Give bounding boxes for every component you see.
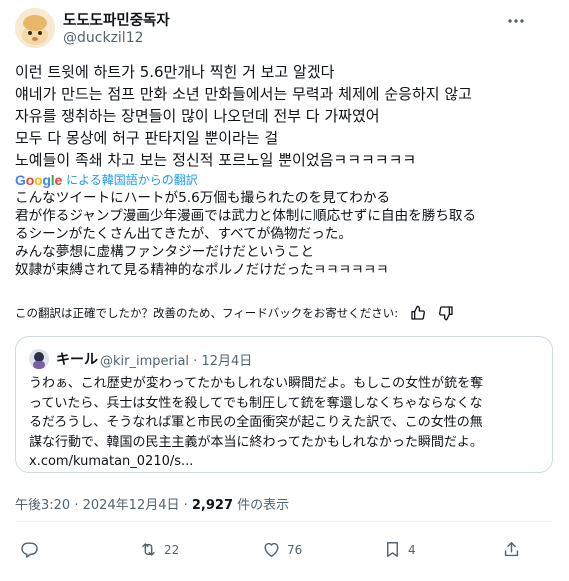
translation-attribution: Google による韓国語からの翻訳	[15, 171, 198, 188]
tweet-timestamp: 午後3:20 · 2024年12月4日 · 2,927 件の表示	[15, 494, 289, 513]
tweet-text-line: 노예들이 족쇄 차고 보는 정신적 포르노일 뿐이었음ㅋㅋㅋㅋㅋㅋ	[15, 151, 417, 169]
google-logo: Google	[15, 171, 63, 188]
translated-text-line: みんな夢想に虚構ファンタジーだけだということ	[15, 244, 315, 260]
translated-text-line: 奴隷が束縛されて見る精神的なポルノだけだったㅋㅋㅋㅋㅋㅋ	[15, 262, 389, 278]
reply-button[interactable]	[20, 540, 45, 559]
quote-author-avatar	[29, 349, 49, 369]
like-count: 76	[287, 542, 303, 557]
view-count: 2,927	[191, 498, 234, 513]
tweet: 도도도파민중독자 @duckzil12 이런 트윗에 하트가 5.6만개나 찍힌…	[0, 0, 569, 581]
quote-tweet-card[interactable]: キール @kir_imperial · 12月4日 うわぁ、これ歴史が変わってた…	[15, 336, 553, 473]
quote-link[interactable]: x.com/kumatan_0210/s...	[29, 452, 483, 472]
reply-icon	[21, 542, 38, 558]
bookmark-icon	[387, 542, 398, 557]
thumbs-up-icon[interactable]	[410, 305, 426, 321]
translation-label[interactable]: による韓国語からの翻訳	[66, 171, 198, 188]
more-horizontal-icon[interactable]	[505, 12, 527, 30]
author-handle[interactable]: @duckzil12	[63, 30, 144, 46]
tweet-text: 이런 트윗에 하트가 5.6만개나 찍힌 거 보고 알겠다 얘네가 만드는 점프…	[15, 61, 472, 171]
retweet-count: 22	[164, 542, 180, 557]
retweet-button[interactable]: 22	[139, 540, 179, 559]
feedback-prompt: この翻訳は正確でしたか？改善のため、フィードバックをお寄せください:	[15, 306, 399, 320]
author-avatar[interactable]	[15, 8, 55, 48]
bookmark-count: 4	[408, 542, 416, 557]
quote-author-name: キール	[56, 352, 98, 368]
thumbs-down-icon[interactable]	[438, 305, 454, 321]
quote-text-line: るだろうし、そうなれば軍と市民の全面衝突が起こりえた訳で、この女性の無	[29, 415, 483, 430]
translated-text-line: 君が作るジャンプ漫画少年漫画では武力と体制に順応せずに自由を勝ち取る	[15, 208, 477, 224]
divider	[15, 521, 553, 522]
translated-text: こんなツイートにハートが5.6万個も撮られたのを見てわかる 君が作るジャンプ漫画…	[15, 189, 476, 279]
retweet-icon	[142, 543, 155, 556]
share-button[interactable]	[502, 540, 521, 559]
share-icon	[504, 542, 519, 557]
translated-text-line: るシーンがたくさん出てきたが、すべてが偽物だった。	[15, 226, 352, 242]
quote-text-line: っていたら、兵士は女性を殺してでも制圧して銃を奪還しなくちゃならなくな	[29, 395, 483, 411]
quote-text-line: 謀な行動で、韓国の民主主義が本当に終わってたかもしれなかった瞬間だよ。	[29, 434, 483, 450]
translation-feedback: この翻訳は正確でしたか？改善のため、フィードバックをお寄せください:	[15, 305, 454, 321]
quote-text: うわぁ、これ歴史が変わってたかもしれない瞬間だよ。もしこの女性が銃を奪 っていた…	[29, 374, 483, 472]
translated-text-line: こんなツイートにハートが5.6万個も撮られたのを見てわかる	[15, 190, 391, 206]
tweet-text-line: 모두 다 몽상에 허구 판타지일 뿐이라는 걸	[15, 129, 279, 147]
tweet-text-line: 얘네가 만드는 점프 만화 소년 만화들에서는 무력과 체제에 순응하지 않고	[15, 85, 472, 103]
tweet-text-line: 이런 트윗에 하트가 5.6만개나 찍힌 거 보고 알겠다	[15, 63, 335, 81]
quote-author-meta: @kir_imperial · 12月4日	[100, 354, 253, 369]
timestamp-time[interactable]: 午後3:20 · 2024年12月4日 ·	[15, 498, 192, 513]
view-label: 件の表示	[233, 498, 290, 513]
quote-text-line: うわぁ、これ歴史が変わってたかもしれない瞬間だよ。もしこの女性が銃を奪	[29, 376, 484, 391]
heart-icon	[264, 542, 279, 557]
like-button[interactable]: 76	[262, 540, 302, 559]
tweet-text-line: 자유를 쟁취하는 장면들이 많이 나오던데 전부 다 가짜였어	[15, 107, 380, 125]
bookmark-button[interactable]: 4	[383, 540, 416, 559]
author-name[interactable]: 도도도파민중독자	[63, 9, 170, 30]
